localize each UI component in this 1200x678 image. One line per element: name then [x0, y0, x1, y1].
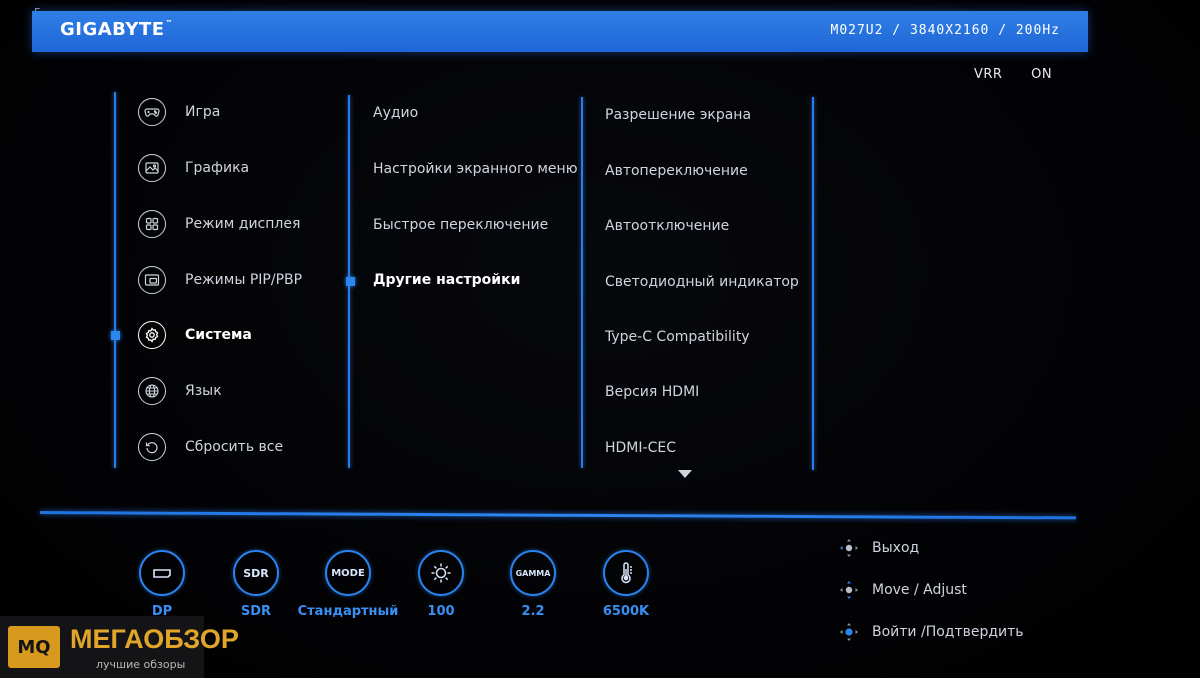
brightness-icon	[418, 550, 464, 596]
main-menu-item-graphics[interactable]: Графика	[138, 153, 249, 183]
options-menu-line	[581, 97, 583, 468]
gamepad-icon	[138, 98, 166, 126]
brand-logo: GIGABYTE™	[60, 19, 173, 40]
gamma-icon: GAMMA	[510, 550, 556, 596]
option-item-auto-off[interactable]: Автоотключение	[605, 218, 729, 234]
status-gamma: GAMMA 2.2	[483, 550, 583, 619]
sub-menu-selection-marker	[346, 277, 355, 286]
status-sdr: SDR SDR	[206, 550, 306, 619]
displayport-icon	[139, 550, 185, 596]
globe-icon	[138, 377, 166, 405]
main-menu-label: Система	[185, 327, 252, 343]
option-item-auto-switch[interactable]: Автопереключение	[605, 163, 748, 179]
main-menu-item-display-mode[interactable]: Режим дисплея	[138, 209, 300, 239]
main-menu-label: Язык	[185, 383, 222, 399]
status-color-temperature: 6500K	[576, 550, 676, 619]
main-menu-item-game[interactable]: Игра	[138, 97, 220, 127]
status-value: 2.2	[521, 604, 545, 619]
vrr-label: VRR	[974, 67, 1003, 82]
sub-menu-item-quick-switch[interactable]: Быстрое переключение	[373, 217, 548, 233]
detail-panel-line	[812, 97, 814, 470]
main-menu-label: Графика	[185, 160, 250, 176]
main-menu-item-pip-pbp[interactable]: Режимы PIP/PBP	[138, 265, 302, 295]
sub-menu-item-osd-settings[interactable]: Настройки экранного меню	[373, 161, 577, 177]
status-input-source: DP	[112, 550, 212, 619]
status-brightness: 100	[391, 550, 491, 619]
option-item-type-c-compatibility[interactable]: Type-C Compatibility	[605, 329, 750, 345]
status-value: 6500K	[602, 604, 650, 619]
sdr-icon: SDR	[233, 550, 279, 596]
osd-header: GIGABYTE™ M027U2 / 3840X2160 / 200Hz	[32, 11, 1088, 52]
option-item-hdmi-cec[interactable]: HDMI-CEC	[605, 440, 676, 456]
option-item-led-indicator[interactable]: Светодиодный индикатор	[605, 274, 799, 290]
hint-enter-confirm: Войти /Подтвердить	[838, 621, 1024, 643]
watermark-subtitle: лучшие обзоры	[96, 658, 186, 671]
main-menu-item-language[interactable]: Язык	[138, 376, 222, 406]
grid-icon	[138, 210, 166, 238]
reset-icon	[138, 433, 166, 461]
watermark: MQ МЕГАОБЗОР лучшие обзоры	[0, 616, 239, 678]
hint-label: Выход	[872, 540, 920, 556]
main-menu-item-system[interactable]: Система	[138, 320, 252, 350]
hint-label: Move / Adjust	[872, 582, 967, 598]
brand-name: GIGABYTE	[60, 19, 165, 40]
main-menu-label: Сбросить все	[185, 439, 284, 455]
main-menu-selection-marker	[111, 331, 120, 340]
joystick-updown-icon	[840, 581, 858, 599]
main-menu-item-reset-all[interactable]: Сбросить все	[138, 432, 283, 462]
mode-icon: MODE	[325, 550, 371, 596]
watermark-logo: MQ	[8, 626, 60, 668]
vrr-status: VRR ON	[974, 67, 1052, 82]
option-item-resolution[interactable]: Разрешение экрана	[605, 107, 751, 123]
gear-icon	[138, 321, 166, 349]
status-value: 100	[427, 604, 455, 619]
option-item-hdmi-version[interactable]: Версия HDMI	[605, 384, 699, 400]
main-menu-line	[114, 92, 116, 468]
thermometer-icon	[603, 550, 649, 596]
hint-move-adjust: Move / Adjust	[838, 579, 967, 601]
joystick-left-icon	[840, 539, 858, 557]
brand-trademark: ™	[165, 19, 174, 27]
main-menu-label: Игра	[185, 104, 221, 120]
watermark-title: МЕГАОБЗОР	[70, 624, 239, 654]
main-menu-label: Режимы PIP/PBP	[185, 272, 303, 288]
monitor-osd: F GIGABYTE™ M027U2 / 3840X2160 / 200Hz V…	[0, 0, 1200, 678]
main-menu-label: Режим дисплея	[185, 216, 301, 232]
sub-menu-item-other-settings[interactable]: Другие настройки	[373, 272, 520, 288]
hint-label: Войти /Подтвердить	[872, 624, 1024, 640]
status-value: Стандартный	[297, 604, 399, 619]
hint-exit: Выход	[838, 537, 919, 559]
sub-menu-item-audio[interactable]: Аудио	[373, 105, 418, 121]
image-icon	[138, 154, 166, 182]
bottom-separator	[39, 511, 1076, 520]
scroll-down-arrow-icon[interactable]	[678, 470, 692, 478]
status-picture-mode: MODE Стандартный	[298, 550, 398, 619]
status-value: SDR	[240, 604, 272, 619]
pip-icon	[138, 266, 166, 294]
model-info: M027U2 / 3840X2160 / 200Hz	[830, 23, 1060, 38]
vrr-value: ON	[1031, 67, 1053, 82]
joystick-press-icon	[840, 623, 858, 641]
